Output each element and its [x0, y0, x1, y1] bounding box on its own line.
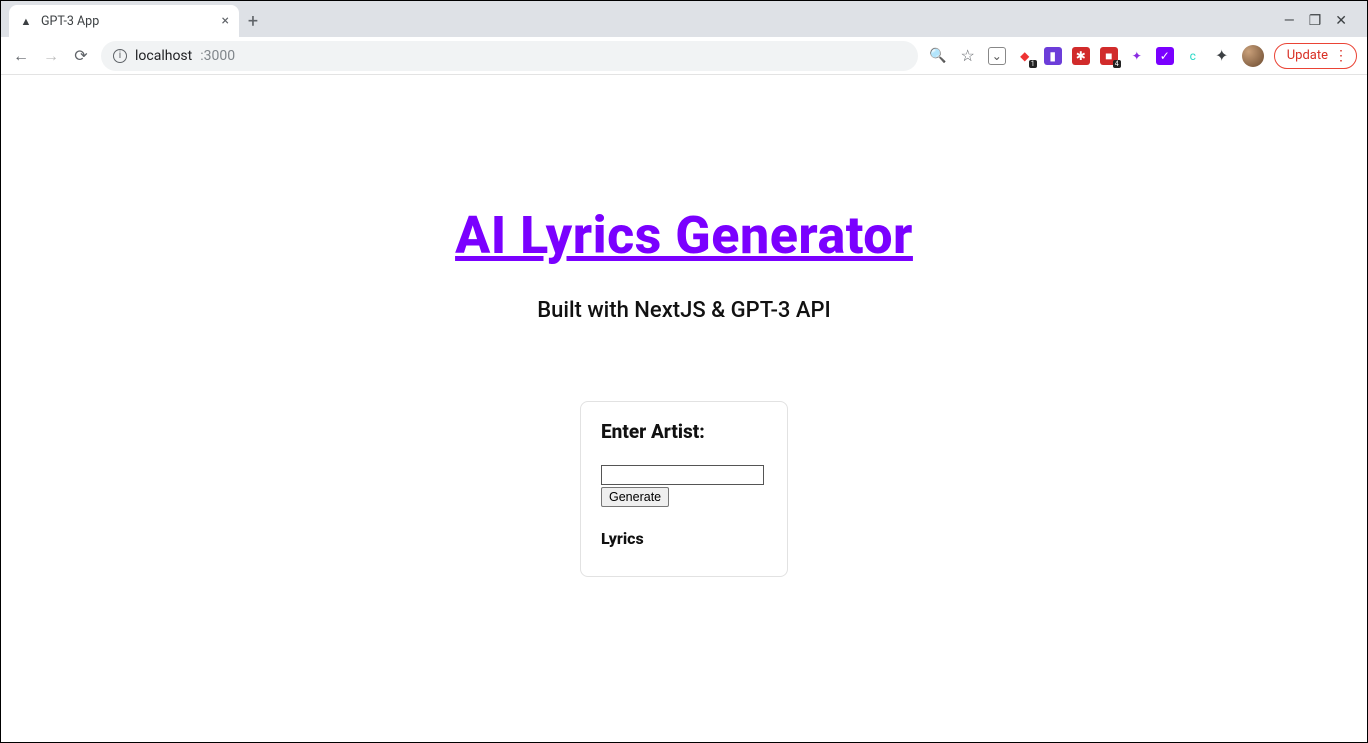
url-port: :3000 — [200, 48, 235, 64]
new-tab-button[interactable]: + — [239, 5, 267, 37]
window-controls: — ❐ ✕ — [1284, 5, 1359, 37]
extension-icon[interactable]: ▮ — [1044, 47, 1062, 65]
page-content: AI Lyrics Generator Built with NextJS & … — [1, 75, 1367, 577]
extension-icon[interactable]: ✦ — [1128, 47, 1146, 65]
page-subtitle: Built with NextJS & GPT-3 API — [1, 298, 1367, 323]
maximize-icon[interactable]: ❐ — [1309, 13, 1322, 29]
extension-badge: 4 — [1113, 60, 1121, 68]
zoom-icon[interactable]: 🔍 — [928, 48, 948, 64]
generate-button[interactable]: Generate — [601, 487, 669, 507]
page-viewport: AI Lyrics Generator Built with NextJS & … — [1, 75, 1367, 742]
extension-icon[interactable]: ✓ — [1156, 47, 1174, 65]
lyrics-heading: Lyrics — [601, 529, 767, 548]
browser-toolbar: ← → ⟳ i localhost :3000 🔍 ☆ ⌄ ◆1 ▮ ✱ ■4 ✦… — [1, 37, 1367, 75]
extension-icon[interactable]: ◆1 — [1016, 47, 1034, 65]
toolbar-right: 🔍 ☆ ⌄ ◆1 ▮ ✱ ■4 ✦ ✓ c ✦ Update ⋮ — [928, 43, 1357, 69]
reload-button[interactable]: ⟳ — [71, 46, 91, 65]
browser-tab[interactable]: ▲ GPT-3 App × — [9, 5, 239, 37]
chrome-menu-icon[interactable]: ⋮ — [1334, 48, 1346, 64]
update-label: Update — [1287, 48, 1328, 63]
extension-icon[interactable]: c — [1184, 47, 1202, 65]
address-bar[interactable]: i localhost :3000 — [101, 41, 918, 71]
url-host: localhost — [135, 48, 192, 64]
extension-badge: 1 — [1029, 60, 1037, 68]
extensions-puzzle-icon[interactable]: ✦ — [1212, 46, 1232, 65]
bookmark-star-icon[interactable]: ☆ — [958, 46, 978, 65]
browser-chrome: ▲ GPT-3 App × + — ❐ ✕ ← → ⟳ i localhost:… — [1, 1, 1367, 75]
artist-input[interactable] — [601, 465, 764, 485]
tab-strip: ▲ GPT-3 App × + — ❐ ✕ — [1, 1, 1367, 37]
tab-title: GPT-3 App — [41, 14, 99, 29]
update-button[interactable]: Update ⋮ — [1274, 43, 1357, 69]
extension-icon[interactable]: ■4 — [1100, 47, 1118, 65]
pocket-icon[interactable]: ⌄ — [988, 47, 1006, 65]
profile-avatar[interactable] — [1242, 45, 1264, 67]
page-title[interactable]: AI Lyrics Generator — [455, 205, 913, 266]
close-window-icon[interactable]: ✕ — [1335, 13, 1347, 29]
close-tab-icon[interactable]: × — [222, 13, 229, 29]
generator-card: Enter Artist: Generate Lyrics — [580, 401, 788, 577]
favicon-icon: ▲ — [19, 14, 33, 28]
minimize-icon[interactable]: — — [1284, 13, 1295, 29]
back-button[interactable]: ← — [11, 46, 31, 66]
forward-button[interactable]: → — [41, 46, 61, 66]
site-info-icon[interactable]: i — [113, 49, 127, 63]
artist-heading: Enter Artist: — [601, 420, 767, 443]
extension-icon[interactable]: ✱ — [1072, 47, 1090, 65]
